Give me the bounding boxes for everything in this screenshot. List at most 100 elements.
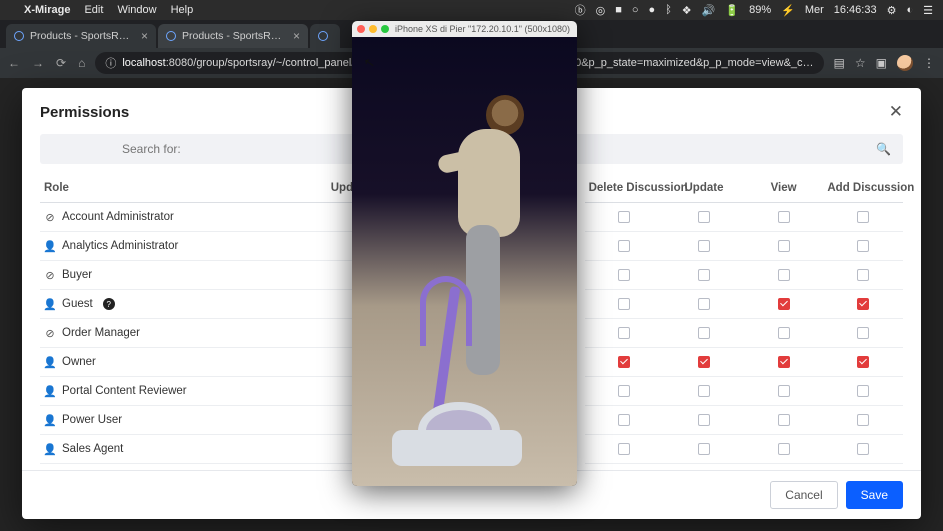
checkbox[interactable] [698, 298, 710, 310]
checkbox[interactable] [857, 414, 869, 426]
menubar-app[interactable]: X-Mirage [24, 4, 70, 16]
menubar-help[interactable]: Help [171, 4, 194, 16]
browser-tab[interactable]: Products - SportsRay - Lifera… × [158, 24, 308, 48]
checkbox[interactable] [618, 356, 630, 368]
checkbox[interactable] [618, 211, 630, 223]
cast-icon[interactable]: ▣ [876, 56, 887, 70]
reader-icon[interactable]: ▤ [834, 56, 845, 70]
checkbox[interactable] [698, 211, 710, 223]
tab-label: Products - SportsRay - Lifera… [30, 30, 135, 42]
checkbox[interactable] [618, 385, 630, 397]
checkbox[interactable] [778, 443, 790, 455]
checkbox[interactable] [857, 327, 869, 339]
close-icon[interactable]: × [293, 29, 300, 43]
checkbox[interactable] [698, 327, 710, 339]
bookmark-icon[interactable]: ☆ [855, 56, 866, 70]
close-icon[interactable]: × [141, 29, 148, 43]
checkbox[interactable] [618, 327, 630, 339]
mirror-title-text: iPhone XS di Pier "172.20.10.1" (500x108… [393, 24, 572, 34]
menubar-edit[interactable]: Edit [84, 4, 103, 16]
role-label: Power User [62, 414, 122, 426]
role-label: Sales Agent [62, 443, 123, 455]
checkbox[interactable] [778, 385, 790, 397]
mirror-content: ↖ [352, 37, 577, 486]
checkbox[interactable] [618, 269, 630, 281]
traffic-zoom[interactable] [381, 25, 389, 33]
checkbox[interactable] [778, 327, 790, 339]
siri-icon[interactable]: ◐ [906, 4, 913, 16]
checkbox[interactable] [618, 443, 630, 455]
forward-icon[interactable]: → [32, 56, 44, 70]
checkbox[interactable] [778, 298, 790, 310]
notifications-icon[interactable]: ☰ [923, 4, 933, 17]
col-add-discussion: Add Discussion [823, 174, 903, 203]
checkbox[interactable] [778, 240, 790, 252]
back-icon[interactable]: ← [8, 56, 20, 70]
checkbox[interactable] [857, 211, 869, 223]
clock-day: Mer [805, 4, 824, 16]
checkbox[interactable] [698, 269, 710, 281]
bluetooth-icon: ᛒ [665, 4, 672, 16]
checkbox[interactable] [778, 211, 790, 223]
traffic-close[interactable] [357, 25, 365, 33]
chrome-window: Products - SportsRay - Lifera… × Product… [0, 20, 943, 531]
mirror-titlebar[interactable]: iPhone XS di Pier "172.20.10.1" (500x108… [352, 21, 577, 37]
checkbox[interactable] [857, 356, 869, 368]
url-host: localhost [122, 57, 165, 69]
tab-label: Products - SportsRay - Lifera… [182, 30, 287, 42]
battery-percent: 89% [749, 4, 771, 16]
user-icon: 👤 [44, 298, 56, 310]
battery-icon: 🔋 [725, 4, 739, 17]
checkbox[interactable] [698, 414, 710, 426]
checkbox[interactable] [698, 385, 710, 397]
status-icon: ○ [632, 4, 639, 16]
info-badge[interactable]: ? [103, 298, 115, 310]
checkbox[interactable] [857, 443, 869, 455]
favicon-icon [14, 31, 24, 41]
status-icon: ● [649, 4, 656, 16]
role-label: Portal Content Reviewer [62, 385, 187, 397]
col-view: View [744, 174, 824, 203]
role-label: Analytics Administrator [62, 240, 178, 252]
status-icon: ■ [615, 4, 622, 16]
info-icon: ⓘ [105, 55, 116, 71]
checkbox[interactable] [857, 240, 869, 252]
traffic-minimize[interactable] [369, 25, 377, 33]
checkbox[interactable] [698, 356, 710, 368]
col-delete-discussion: Delete Discussion [585, 174, 665, 203]
user-icon: 👤 [44, 240, 56, 252]
mac-menubar: X-Mirage Edit Window Help ⓑ ◎ ■ ○ ● ᛒ ❖ … [0, 0, 943, 20]
checkbox[interactable] [778, 269, 790, 281]
checkbox[interactable] [698, 443, 710, 455]
clock-time: 16:46:33 [834, 4, 877, 16]
user-icon: 👤 [44, 414, 56, 426]
menubar-window[interactable]: Window [117, 4, 156, 16]
status-icon: ⓑ [575, 2, 586, 18]
checkbox[interactable] [857, 269, 869, 281]
browser-tab[interactable] [310, 24, 340, 48]
globe-icon: ⊘ [44, 269, 56, 281]
checkbox[interactable] [698, 240, 710, 252]
home-icon[interactable]: ⌂ [78, 56, 85, 70]
favicon-icon [166, 31, 176, 41]
checkbox[interactable] [778, 414, 790, 426]
status-icon: ◎ [596, 4, 606, 17]
search-icon[interactable]: 🔍 [876, 142, 891, 156]
checkbox[interactable] [778, 356, 790, 368]
close-icon[interactable]: ✕ [889, 102, 903, 122]
checkbox[interactable] [857, 385, 869, 397]
checkbox[interactable] [618, 298, 630, 310]
save-button[interactable]: Save [846, 481, 903, 509]
cancel-button[interactable]: Cancel [770, 481, 837, 509]
reload-icon[interactable]: ⟳ [56, 56, 66, 70]
browser-tab[interactable]: Products - SportsRay - Lifera… × [6, 24, 156, 48]
checkbox[interactable] [618, 240, 630, 252]
profile-avatar[interactable] [897, 55, 913, 71]
spotlight-icon[interactable]: ⚙ [887, 4, 897, 17]
mirror-window[interactable]: iPhone XS di Pier "172.20.10.1" (500x108… [352, 21, 577, 486]
favicon-icon [318, 31, 328, 41]
checkbox[interactable] [857, 298, 869, 310]
more-icon[interactable]: ⋮ [923, 56, 935, 70]
checkbox[interactable] [618, 414, 630, 426]
globe-icon: ⊘ [44, 327, 56, 339]
